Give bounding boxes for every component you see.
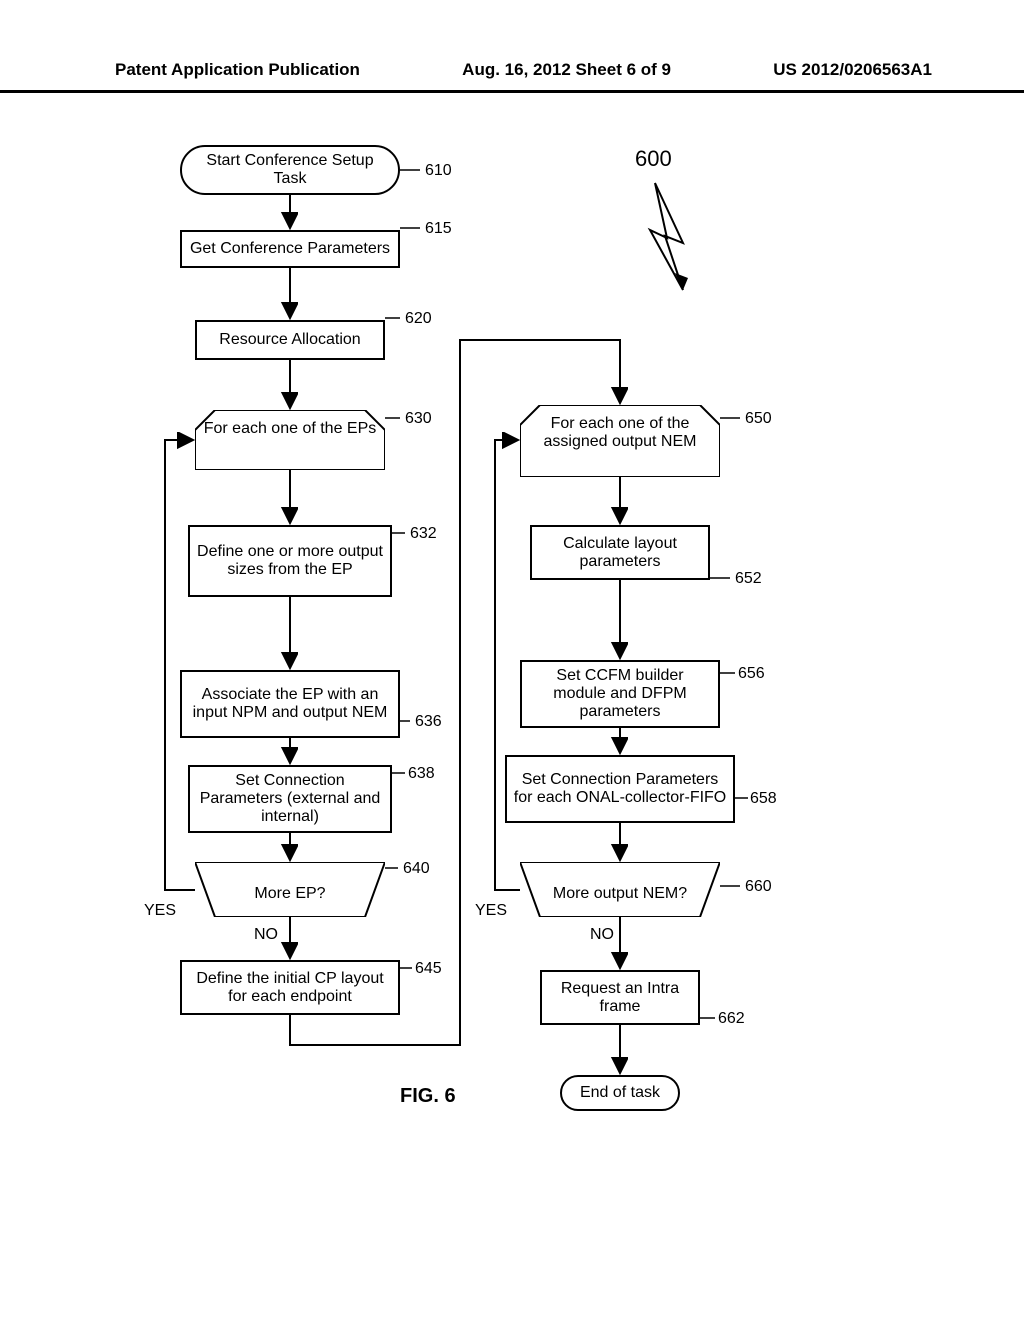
header-center: Aug. 16, 2012 Sheet 6 of 9 xyxy=(462,60,671,80)
arrows xyxy=(0,130,1024,1230)
page: Patent Application Publication Aug. 16, … xyxy=(0,0,1024,1320)
page-header: Patent Application Publication Aug. 16, … xyxy=(0,0,1024,93)
header-left: Patent Application Publication xyxy=(115,60,360,80)
header-right: US 2012/0206563A1 xyxy=(773,60,932,80)
flowchart: 600 Start Conference Setup Task 610 Get … xyxy=(0,130,1024,1310)
